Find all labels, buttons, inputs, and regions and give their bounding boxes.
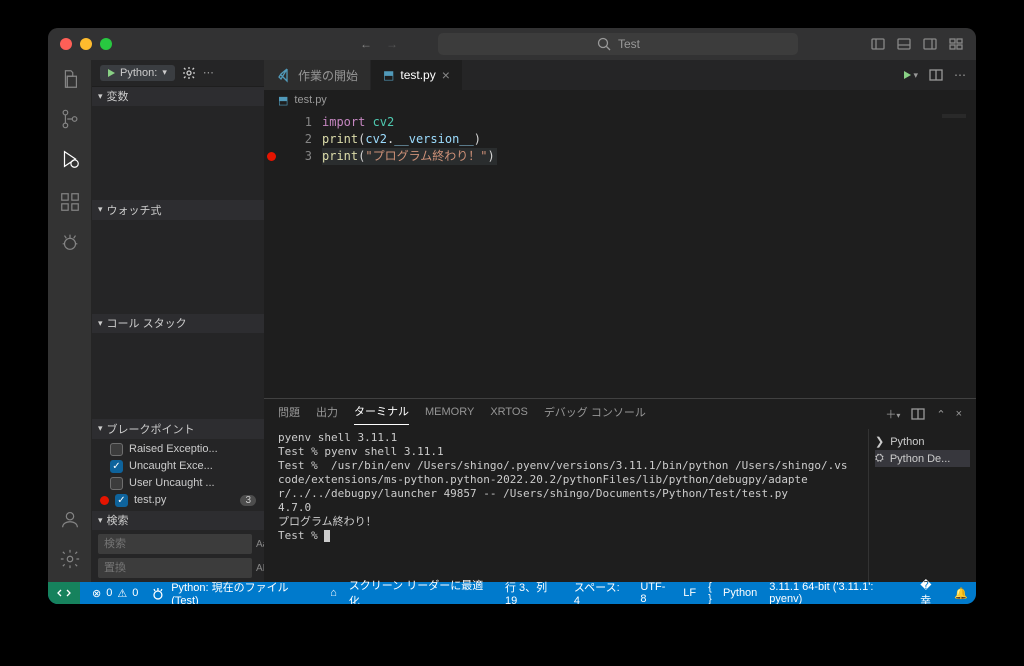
close-tab-icon[interactable]: × (442, 67, 450, 83)
search-input[interactable] (98, 534, 252, 554)
play-icon (108, 69, 115, 77)
bottom-panel: 問題 出力 ターミナル MEMORY XRTOS デバッグ コンソール ＋▾ ⌃… (264, 398, 976, 582)
replace-input[interactable] (98, 558, 252, 578)
editor-area: 作業の開始 ⬒ test.py × ▾ ⋯ ⬒ test.py (264, 60, 976, 582)
editor-tabs: 作業の開始 ⬒ test.py × ▾ ⋯ (264, 60, 976, 90)
customize-layout-icon[interactable] (948, 36, 964, 52)
activity-bar (48, 60, 92, 582)
breakpoints-section[interactable]: ▾ブレークポイント (92, 419, 264, 438)
terminal-item-python[interactable]: ❯Python (875, 433, 970, 450)
close-window[interactable] (60, 38, 72, 50)
explorer-icon[interactable] (59, 68, 81, 90)
status-home-icon[interactable]: ⌂ (330, 587, 337, 599)
status-interpreter[interactable]: 3.11.1 64-bit ('3.11.1': pyenv) (769, 581, 908, 604)
panel-tab-xrtos[interactable]: XRTOS (490, 406, 528, 423)
callstack-section[interactable]: ▾コール スタック (92, 314, 264, 333)
start-debug-button[interactable]: Python: ▾ (100, 65, 175, 81)
settings-gear-icon[interactable] (59, 548, 81, 570)
accounts-icon[interactable] (59, 508, 81, 530)
run-file-button[interactable]: ▾ (904, 70, 918, 81)
layout-sidebar-left-icon[interactable] (870, 36, 886, 52)
split-terminal-icon[interactable] (910, 406, 926, 422)
terminal-item-python-debug[interactable]: ⛭Python De... (875, 450, 970, 467)
split-editor-icon[interactable] (928, 67, 944, 83)
bp-raised-exceptions[interactable]: Raised Exceptio... (92, 441, 264, 458)
terminal[interactable]: pyenv shell 3.11.1 Test % pyenv shell 3.… (264, 429, 868, 582)
breadcrumb[interactable]: ⬒ test.py (264, 90, 976, 110)
gear-icon[interactable] (181, 65, 197, 81)
terminal-icon: ❯ (875, 435, 884, 448)
breakpoint-dot-icon (100, 496, 109, 505)
status-lncol[interactable]: 行 3、列 19 (505, 579, 562, 604)
tab-testpy[interactable]: ⬒ test.py × (371, 60, 463, 90)
debug-icon: ⛭ (875, 452, 884, 465)
status-eol[interactable]: LF (683, 587, 696, 599)
nav-forward-icon[interactable]: → (386, 37, 398, 51)
search-icon (596, 36, 612, 52)
layout-panel-icon[interactable] (896, 36, 912, 52)
terminal-list: ❯Python ⛭Python De... (868, 429, 976, 582)
run-config-label: Python: (120, 67, 157, 79)
panel-tab-problems[interactable]: 問題 (278, 404, 300, 425)
minimap[interactable] (942, 114, 966, 118)
more-icon[interactable]: ⋯ (203, 66, 214, 79)
status-encoding[interactable]: UTF-8 (640, 581, 671, 604)
chevron-down-icon: ▾ (162, 67, 167, 78)
line-numbers: 123 (278, 110, 322, 398)
extensions-icon[interactable] (59, 191, 81, 213)
remote-indicator[interactable] (48, 582, 80, 604)
new-terminal-icon[interactable]: ＋▾ (885, 406, 900, 422)
status-debug-target[interactable]: Python: 現在のファイル (Test) (150, 579, 318, 604)
more-actions-icon[interactable]: ⋯ (954, 68, 966, 82)
status-language[interactable]: { } Python (708, 581, 757, 604)
search-text: Test (618, 37, 640, 51)
titlebar: ← → Test (48, 28, 976, 60)
python-file-icon: ⬒ (278, 94, 288, 107)
python-file-icon: ⬒ (383, 68, 394, 82)
variables-section[interactable]: ▾変数 (92, 87, 264, 106)
maximize-panel-icon[interactable]: ⌃ (936, 408, 945, 421)
close-panel-icon[interactable]: × (956, 408, 962, 420)
layout-sidebar-right-icon[interactable] (922, 36, 938, 52)
status-bar: ⊗0⚠0 Python: 現在のファイル (Test) ⌂ スクリーン リーダー… (48, 582, 976, 604)
status-bell-icon[interactable]: 🔔 (954, 587, 968, 600)
panel-tab-output[interactable]: 出力 (316, 404, 338, 425)
vscode-icon (276, 67, 292, 83)
code-editor[interactable]: 123 import cv2 print(cv2.__version__) pr… (264, 110, 976, 398)
panel-tab-terminal[interactable]: ターミナル (354, 403, 409, 425)
nav-back-icon[interactable]: ← (360, 37, 372, 51)
zoom-window[interactable] (100, 38, 112, 50)
run-debug-icon[interactable] (59, 148, 81, 173)
terminal-output: pyenv shell 3.11.1 Test % pyenv shell 3.… (278, 431, 848, 542)
status-problems[interactable]: ⊗0⚠0 (92, 587, 138, 600)
traffic-lights (60, 38, 112, 50)
search-section[interactable]: ▾検索 (92, 511, 264, 530)
breakpoint-gutter-icon[interactable] (267, 152, 276, 161)
vscode-window: ← → Test (48, 28, 976, 604)
debug-sidebar: Python: ▾ ⋯ ▾変数 ▾ウォッチ式 ▾コール スタック ▾ブレークポイ… (92, 60, 264, 582)
terminal-cursor (324, 530, 330, 542)
testing-icon[interactable] (59, 231, 81, 253)
watch-section[interactable]: ▾ウォッチ式 (92, 200, 264, 219)
status-feedback-icon[interactable]: �幸 (920, 579, 942, 605)
command-center[interactable]: Test (438, 33, 798, 55)
tab-welcome[interactable]: 作業の開始 (264, 60, 371, 90)
panel-tab-debugconsole[interactable]: デバッグ コンソール (544, 404, 646, 425)
minimize-window[interactable] (80, 38, 92, 50)
status-spaces[interactable]: スペース: 4 (574, 579, 628, 604)
bp-uncaught-exceptions[interactable]: ✓Uncaught Exce... (92, 458, 264, 475)
bp-user-uncaught[interactable]: User Uncaught ... (92, 475, 264, 492)
status-screenreader[interactable]: スクリーン リーダーに最適化 (349, 577, 493, 604)
panel-tab-memory[interactable]: MEMORY (425, 406, 474, 423)
bp-file-row[interactable]: ✓test.py3 (92, 492, 264, 509)
source-control-icon[interactable] (59, 108, 81, 130)
